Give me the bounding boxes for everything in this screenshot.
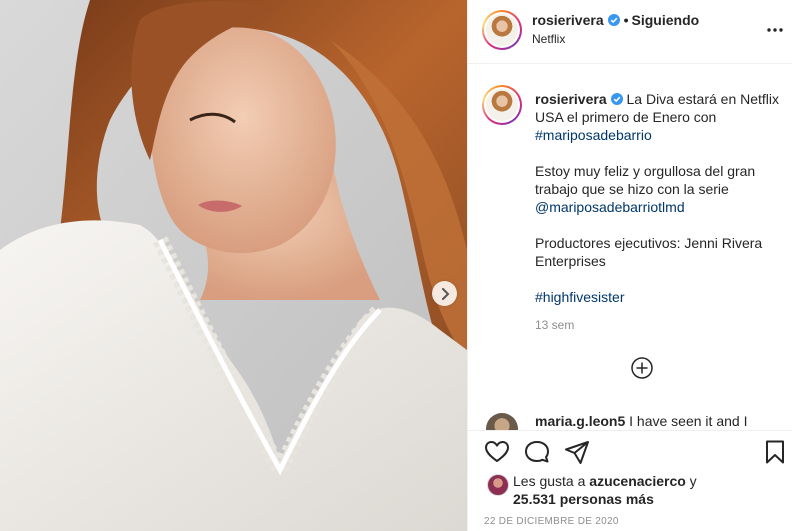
comment-item: maria.g.leon5 I have seen it and I [486,410,786,430]
caption-timestamp[interactable]: 13 sem [535,318,574,332]
action-bar [468,430,792,470]
caption-avatar[interactable] [482,85,522,125]
post-date[interactable]: 22 DE DICIEMBRE DE 2020 [484,516,619,527]
author-line: rosierivera • Siguiendo [532,12,699,28]
liker-username[interactable]: azucenacierco [589,473,686,489]
more-options-icon[interactable] [765,20,785,40]
post-header: rosierivera • Siguiendo Netflix [468,0,792,64]
post-details-panel: rosierivera • Siguiendo Netflix rosieriver… [467,0,792,531]
plus-circle-icon[interactable] [631,357,653,379]
likes-suffix: y [685,473,697,489]
caption-text: rosierivera La Diva estará en Netflix US… [535,90,785,306]
verified-badge-icon [610,93,623,105]
comments-section: rosierivera La Diva estará en Netflix US… [468,64,792,430]
commenter-username[interactable]: maria.g.leon5 [535,413,625,429]
liker-avatar[interactable] [487,474,509,496]
location-link[interactable]: Netflix [532,32,565,46]
likes-prefix: Les gusta a [513,473,590,489]
comment-icon[interactable] [524,439,550,465]
caption-username[interactable]: rosierivera [535,91,607,107]
post-photo-illustration [0,0,467,531]
separator-dot: • [623,12,629,28]
caption-line-3: Productores ejecutivos: Jenni Rivera Ent… [535,235,763,269]
author-username[interactable]: rosierivera [532,12,604,28]
next-image-button[interactable] [432,281,457,306]
mention-link[interactable]: @mariposadebarriotlmd [535,199,685,215]
caption-line-2: Estoy muy feliz y orgullosa del gran tra… [535,163,756,197]
hashtag-link[interactable]: #highfivesister [535,289,625,305]
bookmark-icon[interactable] [762,439,788,465]
verified-badge-icon [607,14,620,26]
likes-summary: Les gusta a azucenacierco y 25.531 perso… [468,470,792,510]
chevron-right-icon [441,287,449,300]
post-image[interactable] [0,0,467,531]
paper-plane-icon[interactable] [564,439,590,465]
comment-text: I have seen it and I [629,413,748,429]
following-button[interactable]: Siguiendo [632,12,700,28]
likes-count[interactable]: 25.531 personas más [513,491,654,507]
commenter-avatar[interactable] [486,413,518,430]
hashtag-link[interactable]: #mariposadebarrio [535,127,652,143]
author-avatar[interactable] [482,10,522,50]
heart-icon[interactable] [484,439,510,465]
